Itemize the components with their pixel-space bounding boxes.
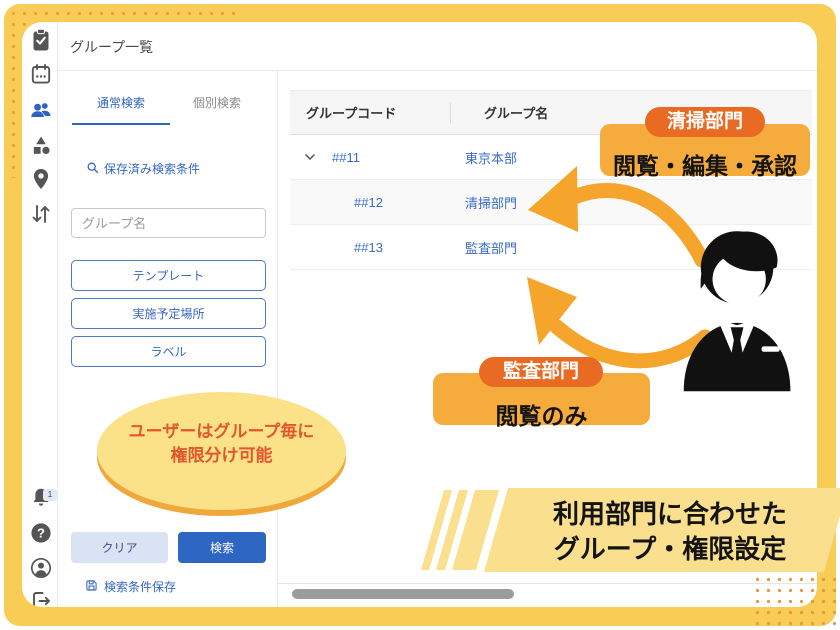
transfer-arrows-icon[interactable]	[29, 202, 53, 226]
banner-line1: 利用部門に合わせた	[520, 497, 820, 532]
help-icon[interactable]: ?	[29, 521, 53, 545]
clipboard-check-icon[interactable]	[29, 28, 53, 52]
group-code-link[interactable]: ##12	[354, 195, 383, 210]
clear-button[interactable]: クリア	[71, 532, 168, 563]
horizontal-scrollbar[interactable]	[292, 589, 514, 599]
ellipse-line2: 権限分け可能	[97, 444, 346, 468]
page-title: グループ一覧	[70, 37, 153, 57]
app-sidebar: 1 ?	[22, 22, 58, 607]
group-name-link[interactable]: 清掃部門	[465, 193, 517, 212]
group-code-link[interactable]: ##11	[332, 150, 360, 165]
group-code-link[interactable]: ##13	[354, 240, 383, 255]
cleaning-dept-label: 清掃部門	[645, 107, 765, 137]
column-group-code: グループコード	[306, 103, 456, 122]
saved-conditions-label: 保存済み検索条件	[104, 160, 200, 177]
group-name-link[interactable]: 監査部門	[465, 238, 517, 257]
save-conditions-label: 検索条件保存	[104, 578, 176, 595]
template-filter-button[interactable]: テンプレート	[71, 260, 266, 291]
groups-icon[interactable]	[29, 98, 53, 122]
account-icon[interactable]	[29, 556, 53, 580]
logout-icon[interactable]	[29, 589, 53, 607]
floppy-disk-icon	[85, 579, 98, 595]
user-permission-callout: ユーザーはグループ毎に 権限分け可能	[97, 392, 346, 510]
label-filter-button[interactable]: ラベル	[71, 336, 266, 367]
location-pin-icon[interactable]	[29, 167, 53, 191]
location-filter-button[interactable]: 実施予定場所	[71, 298, 266, 329]
tab-normal-search[interactable]: 通常検索	[72, 94, 170, 111]
save-conditions-link[interactable]: 検索条件保存	[85, 578, 176, 595]
banner-line2: グループ・権限設定	[520, 532, 820, 567]
shapes-icon[interactable]	[29, 134, 53, 158]
svg-text:?: ?	[37, 526, 45, 541]
dot-pattern-bottom-right	[752, 574, 838, 628]
search-button[interactable]: 検索	[178, 532, 266, 563]
table-bottom-divider	[278, 583, 817, 584]
tab-individual-search[interactable]: 個別検索	[172, 94, 262, 111]
panel-divider	[277, 70, 278, 607]
chevron-down-icon[interactable]	[302, 149, 318, 165]
column-group-name: グループ名	[484, 103, 548, 122]
search-icon	[86, 161, 99, 177]
group-name-link[interactable]: 東京本部	[465, 148, 517, 167]
tab-active-underline	[72, 123, 170, 125]
column-divider	[450, 103, 451, 124]
screenshot-stage: 1 ? グループ一覧 通常検索 個別検索 保存済み検索条件 テンプレート	[0, 0, 840, 630]
group-name-input[interactable]	[71, 208, 266, 238]
banner-caption: 利用部門に合わせた グループ・権限設定	[520, 497, 820, 567]
saved-conditions-link[interactable]: 保存済み検索条件	[86, 160, 200, 177]
ellipse-line1: ユーザーはグループ毎に	[97, 420, 346, 444]
calendar-icon[interactable]	[29, 62, 53, 86]
notification-badge: 1	[43, 489, 57, 501]
header-divider	[58, 70, 817, 71]
audit-dept-label: 監査部門	[479, 357, 603, 387]
businessman-icon	[672, 222, 800, 394]
